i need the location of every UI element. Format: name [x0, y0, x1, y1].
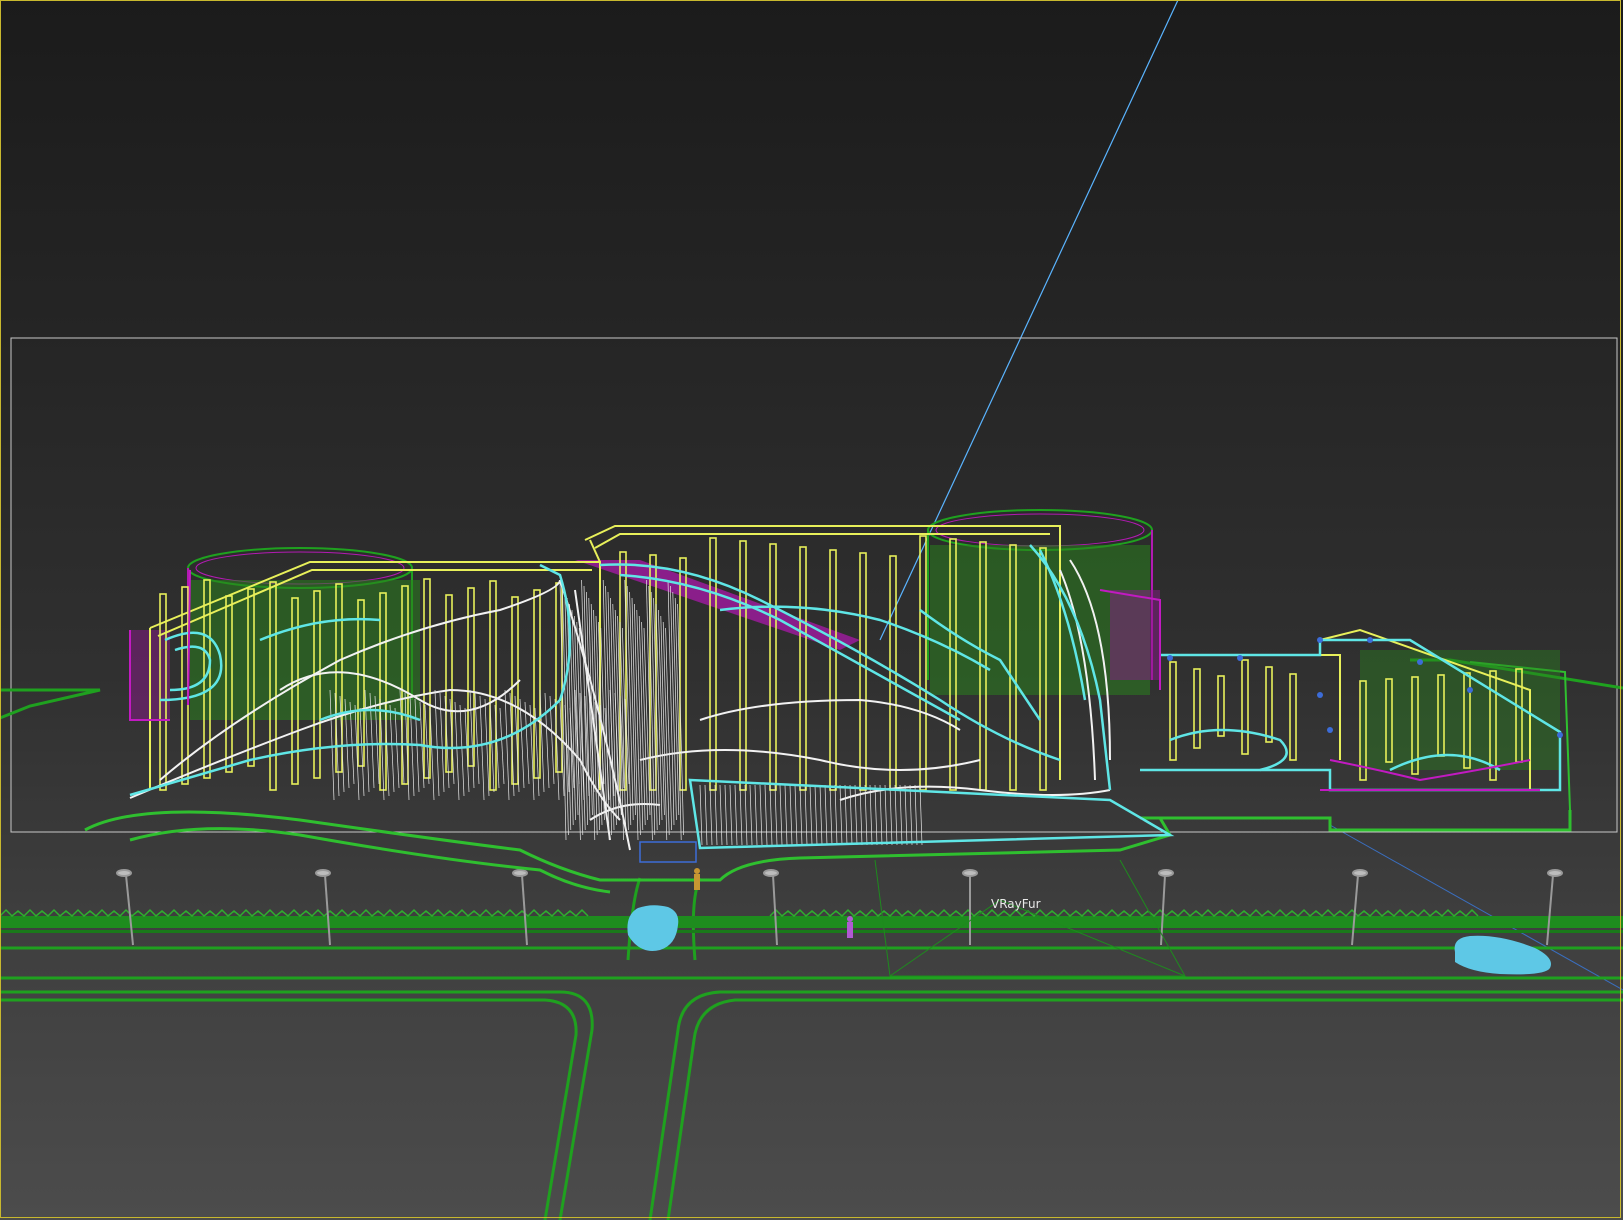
- active-viewport-border: [0, 0, 1621, 1218]
- perspective-viewport[interactable]: VRayFur: [0, 0, 1623, 1220]
